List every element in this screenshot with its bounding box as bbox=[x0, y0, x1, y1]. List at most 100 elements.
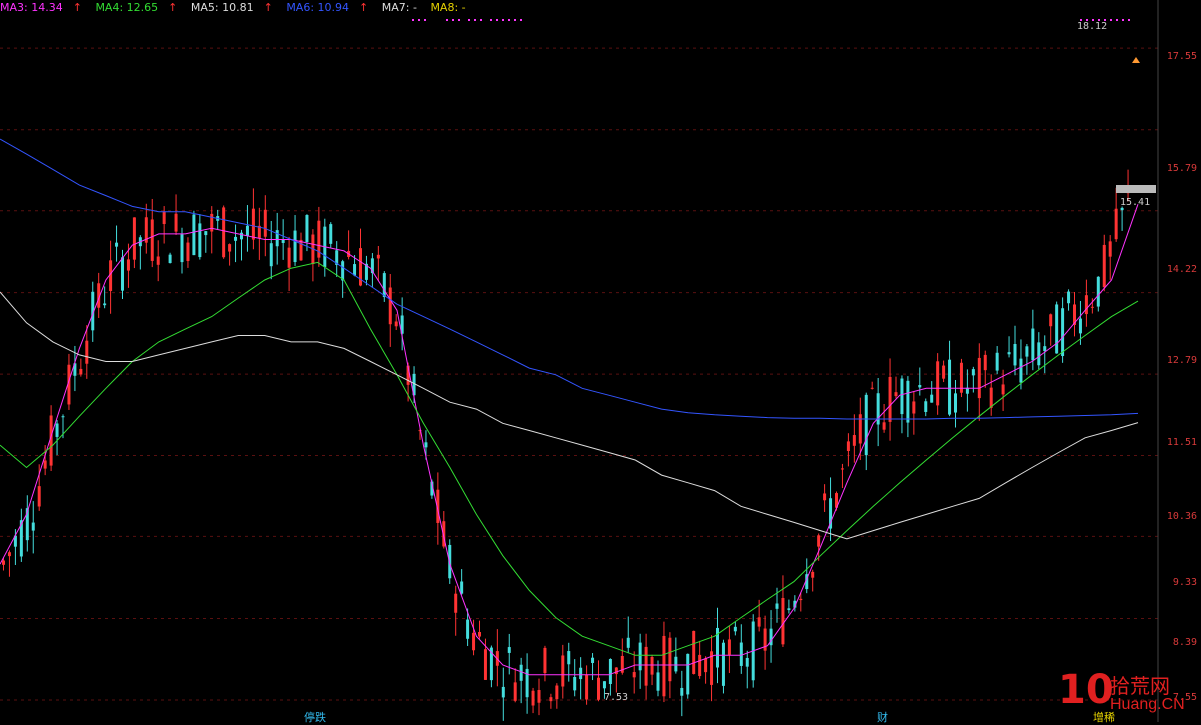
candle-body bbox=[162, 211, 166, 225]
event-mark-stop[interactable]: 停跌 bbox=[304, 709, 326, 725]
y-tick: 12.79 bbox=[1166, 355, 1197, 366]
candle-body bbox=[989, 387, 993, 408]
candle-body bbox=[942, 365, 946, 379]
candle-body bbox=[234, 236, 238, 241]
signal-dot bbox=[496, 19, 498, 21]
candle-body bbox=[132, 217, 136, 260]
candle-body bbox=[2, 560, 5, 565]
legend-ma3: MA3: 14.34 ↑ bbox=[0, 1, 82, 14]
candle-body bbox=[204, 231, 208, 236]
candle-body bbox=[222, 207, 226, 258]
candle-body bbox=[745, 657, 749, 667]
candle-body bbox=[531, 690, 535, 706]
candle-body bbox=[1043, 346, 1047, 352]
signal-dot bbox=[508, 19, 510, 21]
candle-body bbox=[174, 213, 178, 232]
candle-body bbox=[507, 647, 511, 653]
legend-ma5: MA5: 10.81 ↑ bbox=[191, 1, 273, 14]
event-mark-finance[interactable]: 财 bbox=[877, 709, 888, 725]
candle-body bbox=[900, 378, 904, 415]
candle-body bbox=[781, 597, 785, 645]
candle-body bbox=[591, 657, 595, 663]
legend-ma6-text: MA6: 10.94 bbox=[286, 1, 350, 14]
candle-body bbox=[382, 273, 386, 298]
candle-body bbox=[394, 321, 398, 327]
y-tick: 11.51 bbox=[1166, 437, 1197, 448]
candle-body bbox=[977, 357, 981, 399]
candle-body bbox=[353, 264, 357, 276]
signal-dot bbox=[1128, 19, 1130, 21]
candle-body bbox=[454, 593, 458, 613]
candle-body bbox=[126, 259, 130, 271]
candle-body bbox=[757, 617, 761, 627]
watermark-logo: 10 拾荒网 Huang.CN bbox=[1058, 668, 1198, 718]
signal-dot bbox=[1110, 19, 1112, 21]
candle-body bbox=[1084, 295, 1088, 315]
candle-body bbox=[1031, 328, 1035, 361]
candle-body bbox=[555, 685, 559, 700]
signal-dot bbox=[458, 19, 460, 21]
candle-body bbox=[727, 639, 731, 655]
candle-body bbox=[7, 552, 11, 557]
candle-body bbox=[85, 340, 89, 364]
watermark-cn: 拾荒网 bbox=[1110, 674, 1170, 698]
candle-body bbox=[698, 654, 702, 677]
candle-body bbox=[811, 571, 815, 578]
candle-body bbox=[269, 243, 273, 267]
candle-body bbox=[971, 369, 975, 376]
candle-body bbox=[936, 361, 940, 406]
candle-body bbox=[150, 219, 154, 261]
candle-body bbox=[305, 215, 309, 243]
candle-body bbox=[924, 401, 928, 412]
signal-dot bbox=[514, 19, 516, 21]
low-price-label: 7.53 bbox=[604, 692, 629, 703]
candle-body bbox=[1049, 314, 1053, 327]
candle-body bbox=[692, 630, 696, 674]
candles bbox=[2, 169, 1130, 721]
candle-body bbox=[180, 234, 184, 263]
candle-body bbox=[1007, 352, 1011, 355]
signal-dot bbox=[474, 19, 476, 21]
signal-dot bbox=[1116, 19, 1118, 21]
y-tick: 15.79 bbox=[1166, 163, 1197, 174]
candle-body bbox=[1102, 244, 1106, 288]
candle-body bbox=[948, 359, 952, 415]
ma-legend: MA3: 14.34 ↑ MA4: 12.65 ↑ MA5: 10.81 ↑ MA6:… bbox=[0, 1, 476, 17]
candle-body bbox=[483, 649, 487, 680]
candle-body bbox=[573, 676, 577, 691]
candle-body bbox=[930, 394, 934, 403]
current-price-arrow bbox=[1132, 57, 1140, 63]
candle-body bbox=[466, 619, 470, 639]
candle-body bbox=[341, 261, 345, 281]
legend-ma3-text: MA3: 14.34 bbox=[0, 1, 63, 14]
candle-body bbox=[597, 677, 600, 700]
candle-body bbox=[549, 697, 553, 702]
candle-body bbox=[1019, 358, 1023, 383]
candle-body bbox=[787, 608, 791, 611]
candlestick-chart bbox=[0, 0, 1159, 722]
signal-dot bbox=[452, 19, 454, 21]
candle-body bbox=[1061, 308, 1065, 357]
candle-body bbox=[614, 667, 618, 675]
candle-body bbox=[870, 387, 874, 389]
candle-body bbox=[537, 690, 541, 703]
grid-lines bbox=[0, 47, 1158, 701]
candle-body bbox=[1120, 207, 1124, 211]
candle-body bbox=[852, 435, 856, 446]
candle-body bbox=[882, 422, 886, 430]
signal-dot bbox=[480, 19, 482, 21]
legend-ma6-arrow: ↑ bbox=[359, 1, 369, 14]
y-tick: 8.39 bbox=[1172, 637, 1197, 648]
candle-body bbox=[275, 230, 279, 247]
candle-body bbox=[704, 658, 708, 673]
candle-body bbox=[388, 287, 392, 325]
candle-body bbox=[823, 493, 827, 501]
candle-body bbox=[1055, 304, 1059, 354]
y-tick: 10.36 bbox=[1166, 511, 1197, 522]
candle-body bbox=[329, 224, 333, 244]
high-price-label: 18.12 bbox=[1077, 21, 1108, 32]
candle-body bbox=[186, 242, 190, 262]
candle-body bbox=[424, 442, 428, 448]
candle-body bbox=[632, 672, 636, 678]
price-level-marker bbox=[1116, 185, 1156, 193]
